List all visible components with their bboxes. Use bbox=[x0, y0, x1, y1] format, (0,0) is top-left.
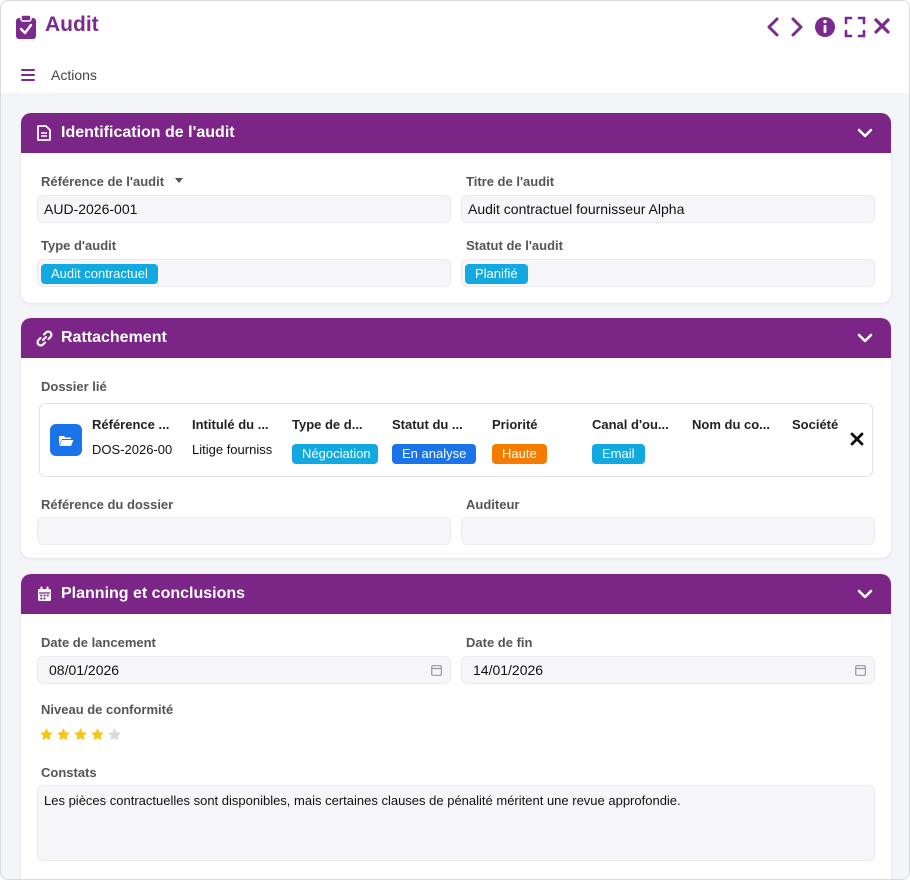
auditeur-label: Auditeur bbox=[466, 497, 520, 512]
calendar-icon bbox=[35, 585, 53, 603]
rattachement-section: Rattachement Dossier lié Référence ... I… bbox=[21, 318, 891, 558]
dossier-statut-badge: En analyse bbox=[392, 444, 477, 464]
conformite-label: Niveau de conformité bbox=[41, 702, 174, 717]
calendar-picker-icon[interactable] bbox=[431, 664, 442, 676]
remove-link-icon[interactable] bbox=[850, 432, 864, 446]
date-fin-value: 14/01/2026 bbox=[473, 662, 544, 678]
date-fin-input[interactable]: 14/01/2026 bbox=[461, 656, 875, 684]
star-filled-icon[interactable] bbox=[56, 727, 71, 742]
chevron-down-icon[interactable] bbox=[857, 586, 873, 602]
chevron-down-icon[interactable] bbox=[857, 330, 873, 346]
constats-label: Constats bbox=[41, 765, 97, 780]
date-fin-label: Date de fin bbox=[466, 635, 533, 650]
calendar-picker-icon[interactable] bbox=[855, 664, 866, 676]
rattachement-header[interactable]: Rattachement bbox=[21, 318, 891, 358]
column-header: Société bbox=[792, 417, 838, 432]
statut-audit-field[interactable]: Planifié bbox=[461, 259, 875, 287]
clipboard-check-icon bbox=[16, 14, 36, 39]
identification-title: Identification de l'audit bbox=[61, 124, 235, 141]
type-audit-field[interactable]: Audit contractuel bbox=[37, 259, 451, 287]
reference-dossier-label: Référence du dossier bbox=[41, 497, 174, 512]
dossier-type-badge: Négociation bbox=[292, 444, 378, 464]
chevron-down-icon[interactable] bbox=[857, 125, 873, 141]
dossier-lie-card[interactable]: Référence ... Intitulé du ... Type de d.… bbox=[39, 403, 873, 477]
conformite-rating[interactable] bbox=[39, 727, 122, 742]
dossier-lie-label: Dossier lié bbox=[41, 379, 107, 394]
date-lancement-value: 08/01/2026 bbox=[49, 662, 120, 678]
column-header: Référence ... bbox=[92, 417, 170, 432]
close-icon[interactable] bbox=[873, 14, 891, 40]
info-icon[interactable] bbox=[814, 14, 836, 40]
column-header: Statut du ... bbox=[392, 417, 463, 432]
type-audit-badge: Audit contractuel bbox=[41, 264, 158, 284]
page-title: Audit bbox=[45, 13, 99, 36]
planning-title: Planning et conclusions bbox=[61, 585, 246, 602]
folder-open-icon[interactable] bbox=[50, 424, 82, 456]
caret-down-icon[interactable] bbox=[174, 177, 184, 185]
column-header: Canal d'ou... bbox=[592, 417, 669, 432]
date-lancement-label: Date de lancement bbox=[41, 635, 156, 650]
type-audit-label: Type d'audit bbox=[41, 238, 117, 253]
column-header: Nom du co... bbox=[692, 417, 770, 432]
identification-header[interactable]: Identification de l'audit bbox=[21, 113, 891, 153]
top-bar: Audit Actions bbox=[1, 1, 909, 93]
dossier-priorite-badge: Haute bbox=[492, 444, 547, 464]
actions-menu[interactable]: Actions bbox=[21, 65, 97, 85]
titre-audit-field[interactable]: Audit contractuel fournisseur Alpha bbox=[461, 195, 875, 223]
dossier-intitule-value: Litige fourniss bbox=[192, 442, 273, 457]
actions-label[interactable]: Actions bbox=[51, 67, 97, 83]
star-filled-icon[interactable] bbox=[39, 727, 54, 742]
statut-audit-label: Statut de l'audit bbox=[466, 238, 563, 253]
auditeur-field[interactable] bbox=[461, 517, 875, 545]
column-header: Type de d... bbox=[292, 417, 363, 432]
date-lancement-input[interactable]: 08/01/2026 bbox=[37, 656, 451, 684]
document-icon bbox=[35, 124, 53, 142]
star-filled-icon[interactable] bbox=[90, 727, 105, 742]
planning-header[interactable]: Planning et conclusions bbox=[21, 574, 891, 614]
dossier-reference-value: DOS-2026-00 bbox=[92, 442, 173, 457]
statut-audit-badge: Planifié bbox=[465, 264, 528, 284]
next-icon[interactable] bbox=[789, 14, 805, 40]
planning-section: Planning et conclusions Date de lancemen… bbox=[21, 574, 891, 879]
rattachement-title: Rattachement bbox=[61, 329, 167, 346]
star-filled-icon[interactable] bbox=[73, 727, 88, 742]
reference-dossier-field[interactable] bbox=[37, 517, 451, 545]
column-header: Priorité bbox=[492, 417, 538, 432]
identification-section: Identification de l'audit Référence de l… bbox=[21, 113, 891, 303]
fullscreen-icon[interactable] bbox=[844, 14, 866, 40]
dossier-canal-badge: Email bbox=[592, 444, 645, 464]
star-empty-icon[interactable] bbox=[107, 727, 122, 742]
link-icon bbox=[35, 329, 53, 347]
hamburger-menu-icon[interactable] bbox=[21, 69, 35, 81]
constats-textarea[interactable]: Les pièces contractuelles sont disponibl… bbox=[37, 785, 875, 861]
audit-window: Audit Actions Identification de l'audit … bbox=[0, 0, 910, 880]
column-header: Intitulé du ... bbox=[192, 417, 269, 432]
titre-audit-label: Titre de l'audit bbox=[466, 174, 555, 189]
prev-icon[interactable] bbox=[765, 14, 781, 40]
reference-audit-field[interactable]: AUD-2026-001 bbox=[37, 195, 451, 223]
reference-audit-label[interactable]: Référence de l'audit bbox=[41, 174, 184, 189]
